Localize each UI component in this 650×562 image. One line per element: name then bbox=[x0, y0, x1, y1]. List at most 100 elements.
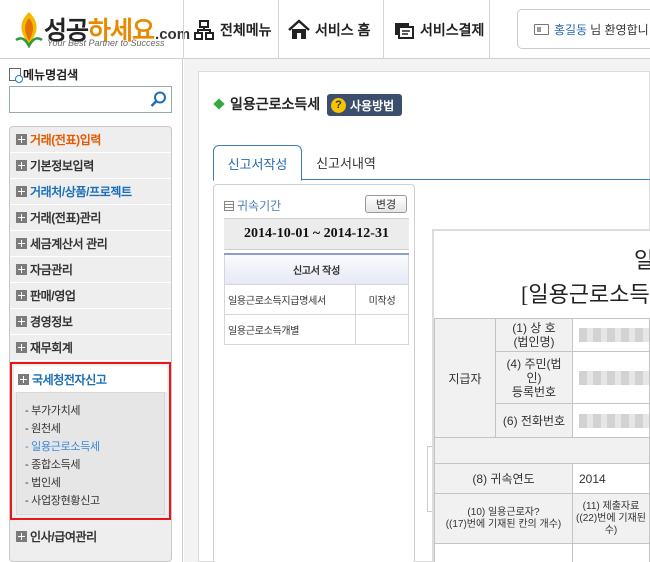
submenu-item-corporate-tax[interactable]: - 법인세 bbox=[25, 474, 61, 490]
question-icon: ? bbox=[331, 97, 346, 113]
logo-tagline: Your Best Partner to Success bbox=[47, 38, 165, 48]
sidebar-item-management-info[interactable]: 경영정보 bbox=[10, 309, 171, 335]
field-phone-value bbox=[571, 403, 650, 438]
report-list-table: 신고서 작성 일용근로소득지급명세서 미작성 일용근로소득개별 bbox=[224, 253, 409, 345]
sidebar-item-label: 세금계산서 관리 bbox=[30, 237, 108, 251]
plus-icon bbox=[16, 316, 27, 327]
sidebar-item-label: 거래(전표)관리 bbox=[30, 211, 102, 225]
period-range: 2014-10-01 ~ 2014-12-31 bbox=[224, 218, 409, 250]
sidebar-item-clients-products[interactable]: 거래처/상품/프로젝트 bbox=[10, 179, 171, 205]
col-submission-count-label: (11) 제출자료 ((22)번에 기재된 수) bbox=[571, 493, 650, 544]
highlight-box: 국세청전자신고 - 부가가치세 - 원천세 - 일용근로소득세 - 종합소득세 … bbox=[10, 362, 171, 520]
nav-service-home-label: 서비스 홈 bbox=[315, 21, 371, 38]
sidebar: 메뉴명검색 거래(전표)입력 기본정보입력 거래처/상품/프로젝트 거래(전표)… bbox=[0, 59, 183, 562]
form-table: 지급자 (1) 상 호 (법인명) (4) 주민(법 인) 등록번호 (6) 전… bbox=[433, 318, 650, 562]
nav-service-payment-label: 서비스결제 bbox=[420, 21, 485, 38]
year-label: (8) 귀속연도 bbox=[434, 463, 573, 494]
plus-icon bbox=[16, 160, 27, 171]
sidebar-item-label: 판매/영업 bbox=[30, 289, 76, 303]
sidebar-item-label: 거래(전표)입력 bbox=[30, 133, 102, 147]
plus-icon bbox=[16, 290, 27, 301]
sidebar-item-transaction-entry[interactable]: 거래(전표)입력 bbox=[10, 127, 171, 153]
field-registration-number-value bbox=[571, 351, 650, 404]
document-search-icon bbox=[9, 68, 23, 83]
page-title-text: 일용근로소득세 bbox=[230, 96, 321, 112]
site-logo[interactable]: 성공하세요.com Your Best Partner to Success bbox=[14, 8, 190, 52]
plus-icon bbox=[16, 186, 27, 197]
plus-icon bbox=[16, 212, 27, 223]
report-status bbox=[355, 313, 409, 345]
field-registration-number-label: (4) 주민(법 인) 등록번호 bbox=[495, 351, 573, 404]
submenu-item-business-status[interactable]: - 사업장현황신고 bbox=[25, 492, 100, 508]
nav-all-menu-button[interactable]: 전체메뉴 bbox=[183, 0, 278, 59]
tab-write-report[interactable]: 신고서작성 bbox=[213, 145, 302, 181]
masked-value bbox=[578, 413, 649, 428]
report-status: 미작성 bbox=[355, 283, 409, 315]
report-name[interactable]: 일용근로소득개별 bbox=[224, 313, 356, 345]
sidebar-item-label: 경영정보 bbox=[30, 315, 73, 329]
tab-report-history[interactable]: 신고서내역 bbox=[303, 145, 389, 180]
menu-search-box bbox=[9, 86, 172, 113]
sidebar-item-funds[interactable]: 자금관리 bbox=[10, 257, 171, 283]
sidebar-item-label: 기본정보입력 bbox=[30, 159, 94, 173]
submenu-item-vat[interactable]: - 부가가치세 bbox=[25, 402, 81, 418]
year-value[interactable]: 2014 bbox=[571, 463, 650, 494]
sidebar-item-basic-info[interactable]: 기본정보입력 bbox=[10, 153, 171, 179]
page-title: 일용근로소득세 bbox=[213, 94, 321, 114]
sidebar-item-tax-efiling[interactable]: 국세청전자신고 bbox=[14, 366, 167, 392]
plus-icon bbox=[16, 342, 27, 353]
sidebar-item-label: 거래처/상품/프로젝트 bbox=[30, 185, 132, 199]
payment-icon bbox=[395, 22, 414, 39]
help-button-label: 사용방법 bbox=[350, 98, 395, 113]
field-company-name-value bbox=[571, 318, 650, 352]
list-icon bbox=[224, 200, 234, 211]
nav-all-menu-label: 전체메뉴 bbox=[220, 21, 272, 38]
period-panel: 귀속기간 변경 2014-10-01 ~ 2014-12-31 신고서 작성 일… bbox=[213, 184, 415, 562]
form-title-line2: [일용근로소득 bbox=[521, 282, 650, 307]
sidebar-item-label: 국세청전자신고 bbox=[32, 372, 107, 387]
help-button[interactable]: ? 사용방법 bbox=[327, 94, 403, 116]
sidebar-item-label: 인사/급여관리 bbox=[30, 529, 97, 544]
user-card-icon bbox=[534, 23, 549, 35]
nav-service-home-button[interactable]: 서비스 홈 bbox=[278, 0, 383, 59]
user-greeting-text: 님 환영합니 bbox=[590, 22, 649, 37]
submenu-item-withholding[interactable]: - 원천세 bbox=[25, 420, 61, 436]
home-icon bbox=[288, 18, 310, 39]
sidebar-item-sales[interactable]: 판매/영업 bbox=[10, 283, 171, 309]
sitemap-icon bbox=[194, 19, 214, 40]
change-period-button[interactable]: 변경 bbox=[365, 195, 407, 213]
tax-submenu: - 부가가치세 - 원천세 - 일용근로소득세 - 종합소득세 - 법인세 - … bbox=[16, 392, 165, 515]
search-icon[interactable] bbox=[149, 90, 168, 109]
plus-icon bbox=[16, 238, 27, 249]
sidebar-item-tax-invoice[interactable]: 세금계산서 관리 bbox=[10, 231, 171, 257]
report-list-header: 신고서 작성 bbox=[224, 253, 409, 285]
form-title-line1: 일 bbox=[634, 248, 650, 273]
masked-value bbox=[578, 328, 649, 343]
user-greeting[interactable]: 홍길동 님 환영합니 bbox=[517, 9, 650, 49]
table-row[interactable]: 일용근로소득지급명세서 미작성 bbox=[224, 283, 409, 315]
report-form-preview: 일 [일용근로소득 지급자 (1) 상 호 (법인명) (4) 주민(법 인) … bbox=[432, 229, 650, 562]
logo-mark-icon bbox=[15, 12, 43, 48]
field-company-name-label: (1) 상 호 (법인명) bbox=[495, 318, 573, 352]
col-daily-workers-label: (10) 일용근로자? ((17)번에 기재된 칸의 개수) bbox=[434, 493, 573, 544]
period-label-text: 귀속기간 bbox=[237, 199, 282, 213]
field-phone-label: (6) 전화번호 bbox=[495, 403, 573, 438]
table-row[interactable]: 일용근로소득개별 bbox=[224, 313, 409, 345]
sidebar-item-hr-payroll[interactable]: 인사/급여관리 bbox=[10, 523, 171, 549]
title-bullet-icon bbox=[213, 98, 225, 110]
submenu-item-daily-wage-tax[interactable]: - 일용근로소득세 bbox=[25, 438, 100, 454]
plus-icon bbox=[16, 134, 27, 145]
user-name: 홍길동 bbox=[554, 22, 588, 37]
main-area: 일용근로소득세 ? 사용방법 신고서작성 신고서내역 귀속기간 변경 2014-… bbox=[184, 59, 650, 562]
plus-icon bbox=[18, 373, 29, 385]
menu-search-input[interactable] bbox=[10, 87, 148, 112]
report-name[interactable]: 일용근로소득지급명세서 bbox=[224, 283, 356, 315]
top-bar: 성공하세요.com Your Best Partner to Success 전… bbox=[0, 0, 650, 59]
plus-icon bbox=[16, 530, 27, 542]
submenu-item-income-tax[interactable]: - 종합소득세 bbox=[25, 456, 81, 472]
sidebar-item-label: 자금관리 bbox=[30, 263, 73, 277]
sidebar-item-transaction-manage[interactable]: 거래(전표)관리 bbox=[10, 205, 171, 231]
nav-service-payment-button[interactable]: 서비스결제 bbox=[383, 0, 490, 59]
menu-search-label: 메뉴명검색 bbox=[9, 66, 78, 83]
sidebar-item-financial-accounting[interactable]: 재무회계 bbox=[10, 335, 171, 361]
